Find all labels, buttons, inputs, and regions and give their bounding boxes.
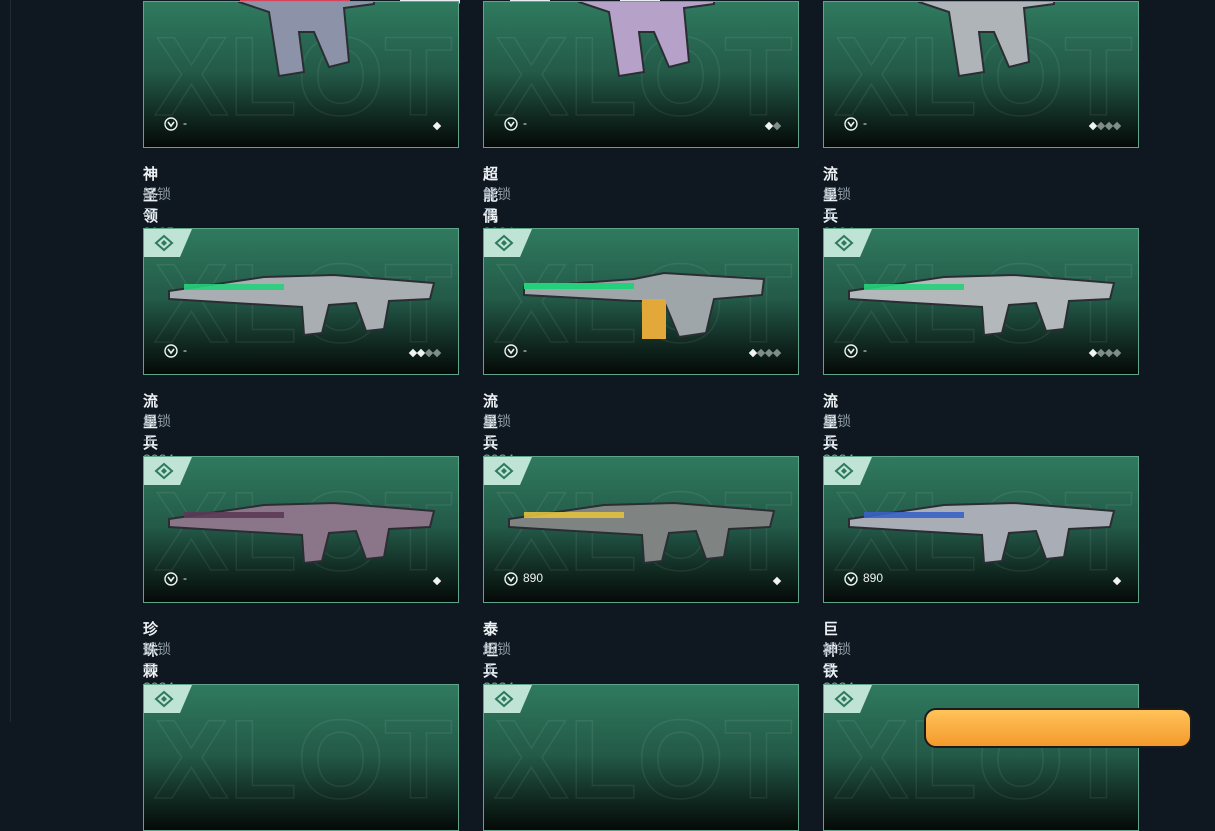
vp-coin-icon bbox=[844, 572, 858, 586]
weapon-skin-image bbox=[918, 2, 1055, 78]
tier-indicator bbox=[772, 576, 782, 586]
skin-card[interactable]: XLOT - bbox=[483, 228, 799, 375]
price-label: - bbox=[183, 116, 187, 130]
skin-card[interactable]: XLOT 890 bbox=[483, 456, 799, 603]
tier-diamond-icon bbox=[1112, 121, 1122, 131]
tier-indicator bbox=[408, 348, 442, 358]
weapon-skin-image bbox=[238, 2, 375, 78]
tier-indicator bbox=[1088, 348, 1122, 358]
vp-coin-icon bbox=[164, 344, 178, 358]
brand-watermark: XLOT bbox=[154, 703, 453, 813]
owned-badge-icon bbox=[144, 685, 192, 713]
price-label: - bbox=[183, 571, 187, 585]
tier-indicator bbox=[1112, 576, 1122, 586]
svg-text:XLOT: XLOT bbox=[494, 703, 793, 813]
tier-diamond-icon bbox=[1112, 348, 1122, 358]
tier-diamond-icon bbox=[1112, 576, 1122, 586]
tier-indicator bbox=[1088, 121, 1122, 131]
skin-card[interactable]: XLOT bbox=[143, 684, 459, 831]
skin-card[interactable]: XLOT bbox=[483, 684, 799, 831]
price-label: - bbox=[863, 116, 867, 130]
price-label: 890 bbox=[863, 571, 884, 585]
tier-indicator bbox=[764, 121, 782, 131]
skin-card[interactable]: XLOT - bbox=[143, 456, 459, 603]
vp-coin-icon bbox=[504, 344, 518, 358]
skin-card[interactable]: XLOT - bbox=[483, 1, 799, 148]
vp-coin-icon bbox=[504, 117, 518, 131]
skin-card[interactable]: XLOT - bbox=[823, 228, 1139, 375]
vp-coin-icon bbox=[164, 572, 178, 586]
owned-badge-icon bbox=[824, 685, 872, 713]
skin-card[interactable]: XLOT - bbox=[143, 1, 459, 148]
tier-indicator bbox=[748, 348, 782, 358]
tier-diamond-icon bbox=[772, 121, 782, 131]
brand-watermark: XLOT bbox=[494, 703, 793, 813]
vp-coin-icon bbox=[844, 344, 858, 358]
svg-text:XLOT: XLOT bbox=[154, 703, 453, 813]
floating-action-button[interactable] bbox=[924, 708, 1192, 748]
tier-diamond-icon bbox=[772, 576, 782, 586]
tier-diamond-icon bbox=[772, 348, 782, 358]
left-divider bbox=[10, 0, 11, 722]
vp-coin-icon bbox=[164, 117, 178, 131]
tier-indicator bbox=[432, 121, 442, 131]
tier-diamond-icon bbox=[432, 576, 442, 586]
price-label: - bbox=[523, 116, 527, 130]
price-label: - bbox=[863, 343, 867, 357]
weapon-skin-image bbox=[578, 2, 715, 78]
skin-card[interactable]: XLOT - bbox=[823, 1, 1139, 148]
price-label: - bbox=[183, 343, 187, 357]
price-label: - bbox=[523, 343, 527, 357]
owned-badge-icon bbox=[484, 685, 532, 713]
price-label: 890 bbox=[523, 571, 544, 585]
weapon-skin-image bbox=[168, 501, 436, 565]
tier-diamond-icon bbox=[432, 348, 442, 358]
skin-card[interactable]: XLOT 890 bbox=[823, 456, 1139, 603]
vp-coin-icon bbox=[844, 117, 858, 131]
skin-card[interactable]: XLOT - bbox=[143, 228, 459, 375]
tier-diamond-icon bbox=[432, 121, 442, 131]
vp-coin-icon bbox=[504, 572, 518, 586]
tier-indicator bbox=[432, 576, 442, 586]
skin-card[interactable]: XLOT bbox=[823, 684, 1139, 831]
